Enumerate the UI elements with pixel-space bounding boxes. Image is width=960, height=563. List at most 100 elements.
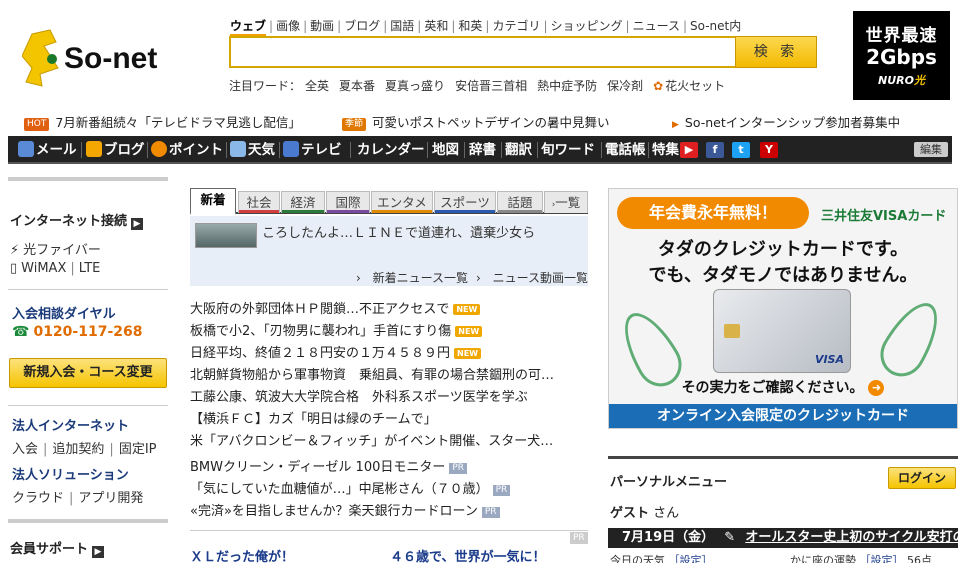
search-tab-category[interactable]: カテゴリ (492, 17, 540, 34)
corp-link-add[interactable]: 追加契約 (52, 442, 104, 457)
search-tab-shopping[interactable]: ショッピング (551, 17, 623, 34)
corp-link-fixed-ip[interactable]: 固定IP (119, 442, 157, 457)
join-course-change-button[interactable]: 新規入会・コース変更 (9, 358, 167, 388)
yahoo-icon[interactable]: Y (760, 142, 778, 158)
lte-link[interactable]: LTE (79, 261, 101, 276)
news-item[interactable]: 板橋で小2、「刃物男に襲われ」手首にすり傷 NEW (190, 320, 483, 339)
horoscope-row[interactable]: かに座の運勢 ［設定］ 56点 (790, 552, 932, 563)
search-tab-blog[interactable]: ブログ (344, 17, 380, 34)
nav-phonebook[interactable]: 電話帳 (605, 136, 646, 164)
news-item[interactable]: 工藤公康、筑波大大学院合格 外科系スポーツ医学を学ぶ (190, 386, 528, 405)
news-tab-list[interactable]: ›一覧 (544, 191, 588, 213)
nav-calendar[interactable]: カレンダー (357, 136, 425, 164)
nav-point[interactable]: ポイント (151, 136, 223, 164)
news-item[interactable]: 【横浜ＦＣ】カズ「明日は緑のチームで」 (190, 408, 437, 427)
facebook-icon[interactable]: f (706, 142, 724, 158)
weather-setting-link[interactable]: ［設定］ (669, 554, 713, 563)
twitter-icon[interactable]: t (732, 142, 750, 158)
ad-headline-2: でも、タダモノではありません。 (648, 265, 918, 286)
news-tab-new[interactable]: 新着 (190, 188, 236, 215)
internet-connection-head[interactable]: インターネット接続 ▶ (10, 210, 144, 230)
news-item[interactable]: 日経平均、終値２１８円安の１万４５８９円 NEW (190, 342, 481, 361)
pr-item[interactable]: «完済»を目指しませんか？楽天銀行カードローン PR (190, 500, 500, 519)
horoscope-setting-link[interactable]: ［設定］ (860, 554, 904, 563)
new-badge: NEW (453, 304, 481, 315)
nav-weather[interactable]: 天気 (230, 136, 275, 164)
solution-link-cloud[interactable]: クラウド (12, 491, 64, 506)
search-tab-news[interactable]: ニュース (633, 17, 680, 34)
hot-words-label: 注目ワード： (229, 79, 302, 93)
corp-solution-head[interactable]: 法人ソリューション (12, 464, 129, 483)
weather-row[interactable]: 今日の天気 ［設定］ (610, 552, 713, 563)
hot-word[interactable]: 熱中症予防 (537, 79, 597, 93)
news-tab-topics[interactable]: 話題 (497, 191, 543, 213)
search-tab-video[interactable]: 動画 (310, 17, 334, 34)
nav-tv[interactable]: テレビ (283, 136, 342, 164)
member-support-head[interactable]: 会員サポート ▶ (10, 538, 105, 558)
search-tab-web[interactable]: ウェブ (230, 17, 267, 36)
hot-word-special[interactable]: 花火セット (665, 79, 725, 93)
fiber-link[interactable]: ⚡ 光ファイバー (10, 239, 101, 258)
visa-logo: VISA (814, 353, 844, 366)
news-item[interactable]: 大阪府の外郭団体ＨＰ閲鎖…不正アクセスで NEW (190, 298, 481, 317)
search-tab-waei[interactable]: 和英 (458, 17, 482, 34)
ad-footer: オンライン入会限定のクレジットカード (609, 404, 957, 428)
smbc-visa-ad[interactable]: 年会費永年無料！ 三井住友VISAカード タダのクレジットカードです。 でも、タ… (608, 188, 958, 429)
hot-word[interactable]: 全英 (305, 79, 329, 93)
search-button[interactable]: 検 索 (735, 36, 817, 68)
notice-item[interactable]: ▶ So-netインターンシップ参加者募集中 (672, 112, 900, 131)
mobile-icon: ▯ (10, 261, 18, 276)
nav-blog[interactable]: ブログ (86, 136, 145, 164)
search-tab-kokugo[interactable]: 国語 (390, 17, 414, 34)
notice-item[interactable]: 季節 可愛いポストペットデザインの暑中見舞い (342, 112, 610, 131)
nav-map[interactable]: 地図 (432, 136, 459, 164)
pr-badge: PR (492, 485, 511, 496)
news-tab-economy[interactable]: 経済 (281, 191, 325, 213)
bottom-ad-link[interactable]: ４６歳で、世界が一気に！ (390, 546, 545, 563)
search-input[interactable] (229, 36, 737, 68)
solution-link-app[interactable]: アプリ開発 (78, 491, 143, 506)
search-tab-eiwa[interactable]: 英和 (424, 17, 448, 34)
nav-mail[interactable]: メール (18, 136, 77, 164)
tel-number[interactable]: ☎ 0120-117-268 (12, 324, 143, 340)
corp-internet-head[interactable]: 法人インターネット (12, 415, 129, 434)
search-tab-image[interactable]: 画像 (276, 17, 300, 34)
hot-word[interactable]: 夏本番 (339, 79, 375, 93)
nav-translate[interactable]: 翻訳 (505, 136, 532, 164)
wimax-link[interactable]: ▯ WiMAX | LTE (10, 261, 100, 276)
pr-item[interactable]: BMWクリーン・ディーゼル 100日モニター PR (190, 456, 468, 475)
hot-word[interactable]: 保冷剤 (607, 79, 643, 93)
news-tab-sports[interactable]: スポーツ (434, 191, 496, 213)
new-badge: NEW (455, 326, 483, 337)
hot-word[interactable]: 夏真っ盛り (385, 79, 445, 93)
blog-icon (86, 141, 102, 157)
login-button[interactable]: ログイン (888, 467, 956, 489)
corp-link-join[interactable]: 入会 (12, 442, 38, 457)
news-tab-entertainment[interactable]: エンタメ (371, 191, 433, 213)
news-video-list-link[interactable]: › ニュース動画一覧 (476, 271, 588, 285)
search-tab-sonet[interactable]: So-net内 (690, 17, 741, 34)
nav-dictionary[interactable]: 辞書 (469, 136, 496, 164)
news-item[interactable]: 米「アバクロンビー＆フィッチ」がイベント開催、スター犬… (190, 430, 553, 449)
feature-headline[interactable]: ころしたんよ…ＬＩＮＥで道連れ、遺棄少女ら (262, 222, 535, 241)
pr-item[interactable]: 「気にしていた血糖値が…」中尾彬さん（７０歳） PR (190, 478, 511, 497)
news-tab-society[interactable]: 社会 (238, 191, 280, 213)
today-headline[interactable]: オールスター史上初のサイクル安打の日 (745, 530, 958, 545)
news-tab-international[interactable]: 国際 (326, 191, 370, 213)
news-item[interactable]: 北朝鮮貨物船から軍事物資 乗組員、有罪の場合禁錮刑の可… (190, 364, 554, 383)
nav-special[interactable]: 特集 (652, 136, 679, 164)
youtube-icon[interactable]: ▶ (680, 142, 698, 158)
feature-thumbnail[interactable] (195, 223, 257, 248)
bottom-ad-link[interactable]: ＸＬだった俺が！ (190, 546, 294, 563)
nuro-banner[interactable]: 世界最速 2Gbps NURO光 (853, 11, 950, 100)
weather-icon (230, 141, 246, 157)
nav-trend-word[interactable]: 旬ワード (541, 136, 595, 164)
lightning-icon: ⚡ (10, 243, 20, 258)
today-date: 7月19日（金） (622, 530, 715, 545)
so-net-logo[interactable]: So-net (21, 28, 192, 90)
search-tabs: ウェブ | 画像 | 動画 | ブログ | 国語 | 英和 | 和英 | カテゴリ | ショッピング | ニュース |… (230, 17, 741, 36)
new-news-list-link[interactable]: › 新着ニュース一覧 (356, 271, 468, 285)
hot-word[interactable]: 安倍晋三首相 (455, 79, 527, 93)
notice-item[interactable]: HOT 7月新番組続々「テレビドラマ見逃し配信」 (24, 112, 301, 131)
nav-edit-button[interactable]: 編集 (914, 142, 948, 157)
